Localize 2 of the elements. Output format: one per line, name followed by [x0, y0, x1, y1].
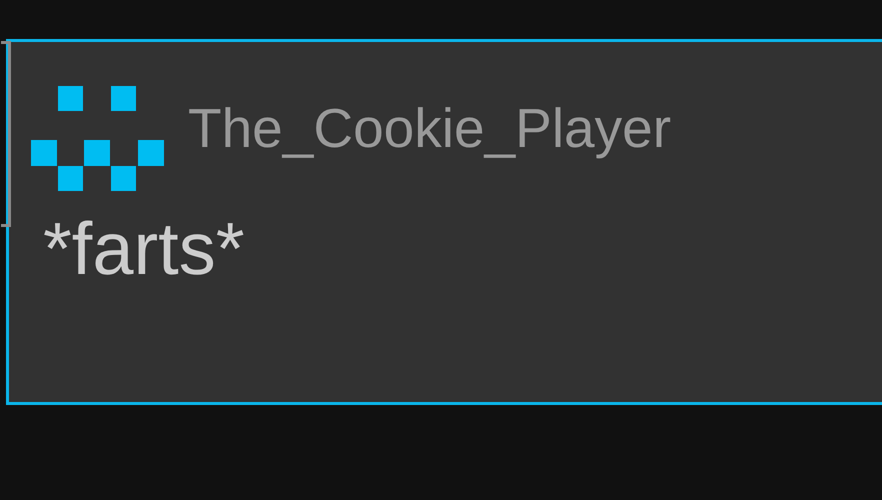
- avatar-icon: [31, 86, 166, 192]
- message-text: *farts*: [43, 212, 245, 286]
